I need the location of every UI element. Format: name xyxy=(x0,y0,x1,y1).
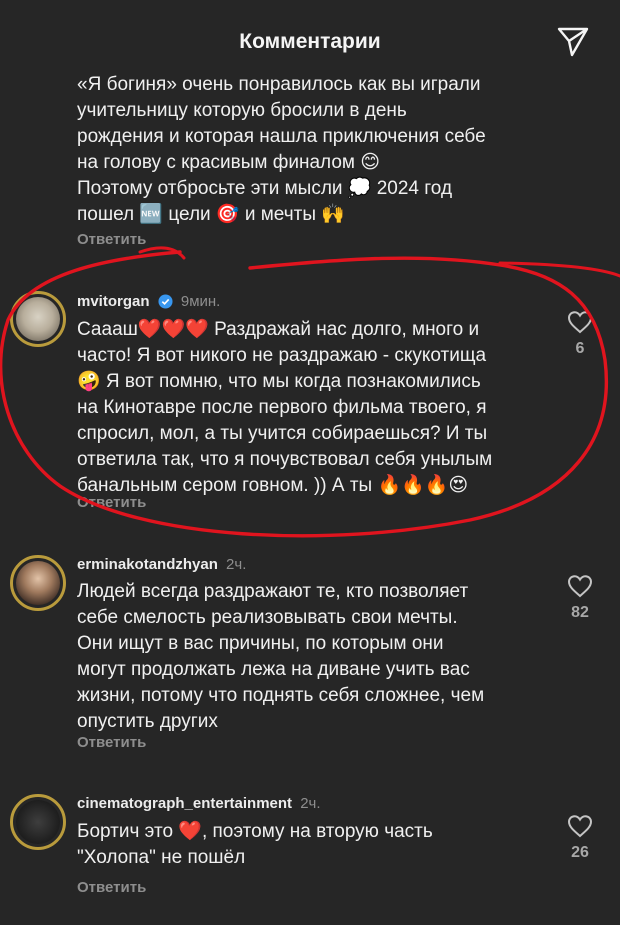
reply-button[interactable]: Ответить xyxy=(77,231,146,248)
verified-badge-icon xyxy=(158,294,173,309)
comment-meta: cinematograph_entertainment 2ч. xyxy=(77,795,321,812)
heart-icon xyxy=(567,815,593,838)
username[interactable]: cinematograph_entertainment xyxy=(77,795,292,812)
reply-button[interactable]: Ответить xyxy=(77,734,146,751)
like-button[interactable]: 6 xyxy=(562,310,598,358)
page-title: Комментарии xyxy=(239,30,381,53)
like-count: 82 xyxy=(571,604,589,621)
reply-button[interactable]: Ответить xyxy=(77,879,146,896)
comment-meta: mvitorgan 9мин. xyxy=(77,293,220,310)
username[interactable]: mvitorgan xyxy=(77,293,150,310)
like-count: 26 xyxy=(571,844,589,861)
comment-time: 2ч. xyxy=(226,556,247,573)
comment-text: Людей всегда раздражают те, кто позволяе… xyxy=(77,581,485,732)
heart-icon xyxy=(567,575,593,598)
comment-text: Сааaш❤️❤️❤️ Раздражай нас долго, много и… xyxy=(77,319,493,496)
avatar[interactable] xyxy=(10,291,66,347)
reply-button[interactable]: Ответить xyxy=(77,494,146,511)
header: Комментарии xyxy=(0,0,620,80)
comment-text: Бортич это ❤️, поэтому на вторую часть "… xyxy=(77,821,433,868)
like-count: 6 xyxy=(575,340,585,357)
username[interactable]: erminakotandzhyan xyxy=(77,556,218,573)
avatar[interactable] xyxy=(10,555,66,611)
heart-icon xyxy=(567,311,593,334)
comment-time: 2ч. xyxy=(300,795,321,812)
avatar[interactable] xyxy=(10,794,66,850)
like-button[interactable]: 82 xyxy=(562,574,598,622)
send-icon[interactable] xyxy=(556,26,590,58)
comment-meta: erminakotandzhyan 2ч. xyxy=(77,556,246,573)
like-button[interactable]: 26 xyxy=(562,814,598,862)
comment-time: 9мин. xyxy=(180,293,221,310)
comment-text: «Я богиня» очень понравилось как вы игра… xyxy=(77,74,486,225)
